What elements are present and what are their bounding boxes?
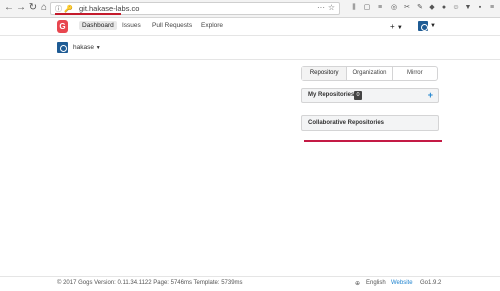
nav-pull-requests[interactable]: Pull Requests — [149, 21, 195, 30]
url-highlight — [55, 13, 121, 15]
forward-icon[interactable]: → — [15, 2, 27, 14]
website-link[interactable]: Website — [391, 280, 413, 286]
smiley-icon[interactable]: ☺ — [452, 4, 460, 12]
globe-icon: ⊕ — [355, 281, 361, 287]
collab-highlight — [304, 140, 442, 142]
context-user-switcher[interactable]: hakase ▼ — [73, 44, 101, 51]
go-version: Go1.9.2 — [420, 280, 442, 286]
user-avatar[interactable] — [418, 21, 428, 31]
extension-icon[interactable]: ◎ — [390, 4, 398, 12]
context-bar: hakase ▼ — [0, 37, 500, 60]
colorpicker-icon[interactable]: ✎ — [416, 4, 424, 12]
sidebar-icon[interactable]: ▢ — [363, 4, 371, 12]
puzzle-icon[interactable]: ▪ — [476, 4, 484, 12]
tab-organization[interactable]: Organization — [347, 67, 393, 80]
my-repositories-header: My Repositories 0 + — [301, 88, 439, 103]
back-icon[interactable]: ← — [3, 2, 15, 14]
shield-icon[interactable]: ◆ — [428, 4, 436, 12]
footer-version: © 2017 Gogs Version: 0.11.34.1122 Page: … — [57, 280, 243, 286]
chevron-down-icon: ▼ — [95, 45, 101, 51]
collaborative-repositories-header: Collaborative Repositories — [301, 115, 439, 131]
create-new-button[interactable]: + ▼ — [390, 22, 403, 31]
user-extension-icon[interactable]: ● — [440, 4, 448, 12]
pocket-icon[interactable]: ▼ — [464, 4, 472, 12]
plus-icon: + — [390, 22, 395, 31]
nav-issues[interactable]: Issues — [119, 21, 144, 30]
menu-icon[interactable]: ≡ — [488, 4, 496, 12]
nav-explore[interactable]: Explore — [198, 21, 226, 30]
chevron-down-icon: ▼ — [396, 25, 403, 31]
gogs-logo[interactable]: G — [57, 20, 68, 33]
library-icon[interactable]: ⫼ — [350, 4, 358, 12]
page-footer: © 2017 Gogs Version: 0.11.34.1122 Page: … — [0, 276, 500, 291]
context-avatar[interactable] — [57, 42, 68, 53]
page-actions-icon[interactable]: ··· — [317, 3, 325, 12]
screenshot-icon[interactable]: ✂ — [403, 4, 411, 12]
tab-repository[interactable]: Repository — [302, 67, 348, 80]
add-repo-icon[interactable]: + — [428, 90, 433, 100]
repo-type-tabs: Repository Organization Mirror — [301, 66, 438, 81]
url-text[interactable]: git.hakase-labs.co — [79, 4, 139, 13]
context-user-name: hakase — [73, 44, 94, 51]
tab-mirror[interactable]: Mirror — [393, 67, 437, 80]
browser-toolbar: ← → ↻ ⌂ ⓘ 🔑 git.hakase-labs.co ··· ☆ ⫼ ▢… — [0, 0, 500, 18]
language-selector[interactable]: English — [366, 280, 386, 286]
bookmark-star-icon[interactable]: ☆ — [328, 3, 335, 12]
my-repositories-title: My Repositories — [308, 92, 355, 98]
collaborative-repositories-title: Collaborative Repositories — [308, 120, 385, 126]
reader-icon[interactable]: ≡ — [376, 4, 384, 12]
app-header: G Dashboard Issues Pull Requests Explore… — [0, 18, 500, 36]
home-icon[interactable]: ⌂ — [38, 2, 50, 14]
repo-count-badge: 0 — [354, 91, 362, 100]
nav-dashboard[interactable]: Dashboard — [79, 21, 117, 30]
chevron-down-icon[interactable]: ▼ — [430, 23, 436, 29]
